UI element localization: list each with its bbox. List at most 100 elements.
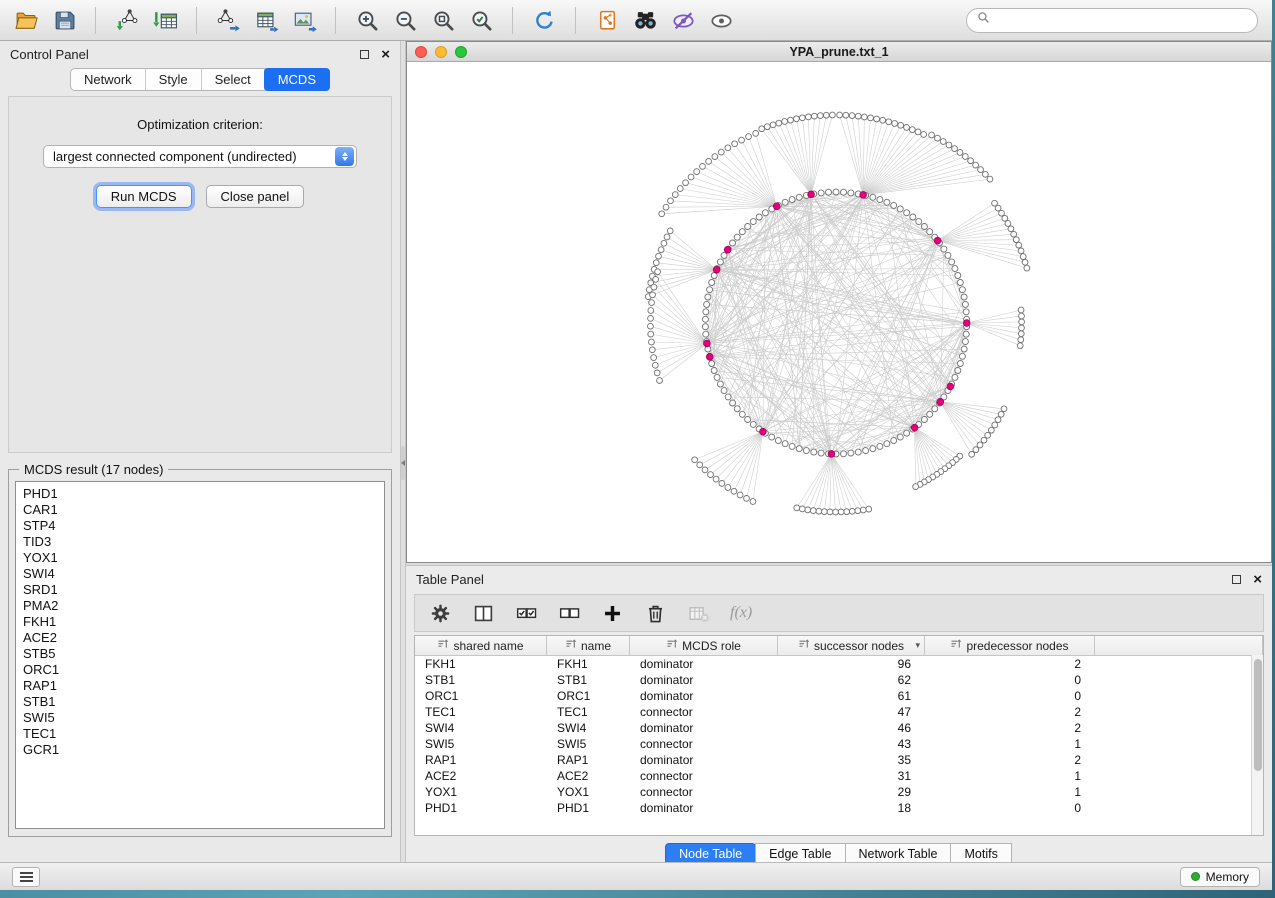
mcds-result-item[interactable]: PMA2 [23,598,377,614]
float-panel-icon[interactable] [360,50,369,59]
zoom-out-button[interactable] [389,5,421,35]
zoom-selected-button[interactable] [465,5,497,35]
close-panel-button[interactable]: Close panel [206,185,305,208]
close-table-panel-icon[interactable]: × [1253,572,1262,587]
mcds-result-item[interactable]: PHD1 [23,486,377,502]
export-network-button[interactable] [212,5,244,35]
status-bar: Memory [0,862,1272,890]
table-row[interactable]: PHD1PHD1dominator180 [415,800,1263,816]
close-panel-icon[interactable]: × [381,47,390,62]
column-header-predecessor-nodes[interactable]: predecessor nodes [925,636,1095,655]
toolbar-icon-group [10,5,737,35]
run-mcds-button[interactable]: Run MCDS [96,185,192,208]
table-cell-filler [1095,720,1263,736]
zoom-fit-button[interactable] [427,5,459,35]
open-session-icon [14,8,39,33]
hide-graphics-details-button[interactable] [667,5,699,35]
float-table-panel-icon[interactable] [1232,575,1241,584]
mcds-result-item[interactable]: FKH1 [23,614,377,630]
import-table-button[interactable] [149,5,181,35]
status-menu-button[interactable] [12,867,40,887]
deselect-all-button[interactable] [558,602,581,625]
table-cell: 43 [778,736,925,752]
table-cell: 2 [925,656,1095,672]
column-header-name[interactable]: name [547,636,630,655]
add-column-button[interactable] [601,602,624,625]
mcds-result-item[interactable]: ACE2 [23,630,377,646]
sort-icon [950,638,962,653]
table-row[interactable]: STB1STB1dominator620 [415,672,1263,688]
mcds-result-item[interactable]: GCR1 [23,742,377,758]
search-network-button[interactable] [629,5,661,35]
show-graphics-details-button[interactable] [705,5,737,35]
network-window-titlebar[interactable]: YPA_prune.txt_1 [407,42,1271,62]
table-row[interactable]: RAP1RAP1dominator352 [415,752,1263,768]
tab-mcds[interactable]: MCDS [264,68,330,91]
clone-network-button[interactable] [591,5,623,35]
network-window-title: YPA_prune.txt_1 [407,45,1271,59]
sort-icon [666,638,678,653]
delete-columns-button[interactable] [644,602,667,625]
refresh-view-button[interactable] [528,5,560,35]
table-cell: connector [630,784,778,800]
chevron-down-icon: ▾ [915,640,920,651]
table-row[interactable]: SWI5SWI5connector431 [415,736,1263,752]
tab-network[interactable]: Network [71,69,146,90]
criterion-dropdown[interactable]: largest connected component (undirected) [43,145,357,168]
table-cell: dominator [630,720,778,736]
show-columns-icon [472,602,495,625]
table-row[interactable]: SWI4SWI4dominator462 [415,720,1263,736]
mcds-result-item[interactable]: STB1 [23,694,377,710]
show-columns-button[interactable] [472,602,495,625]
table-scrollbar[interactable] [1251,655,1263,835]
table-cell: 61 [778,688,925,704]
mcds-result-item[interactable]: SRD1 [23,582,377,598]
tab-style[interactable]: Style [146,69,202,90]
export-image-button[interactable] [288,5,320,35]
mcds-result-item[interactable]: STB5 [23,646,377,662]
main-toolbar [0,0,1272,41]
scrollbar-thumb[interactable] [1254,659,1262,771]
mcds-result-item[interactable]: ORC1 [23,662,377,678]
table-row[interactable]: ACE2ACE2connector311 [415,768,1263,784]
column-header-MCDS-role[interactable]: MCDS role [630,636,778,655]
select-all-button[interactable] [515,602,538,625]
zoom-in-button[interactable] [351,5,383,35]
tab-select[interactable]: Select [202,69,265,90]
search-box[interactable] [966,8,1258,33]
table-cell: FKH1 [547,656,630,672]
mcds-result-item[interactable]: YOX1 [23,550,377,566]
table-cell: 47 [778,704,925,720]
mcds-result-item[interactable]: SWI4 [23,566,377,582]
zoom-in-icon [355,8,380,33]
mcds-result-item[interactable]: SWI5 [23,710,377,726]
mcds-result-item[interactable]: CAR1 [23,502,377,518]
table-row[interactable]: YOX1YOX1connector291 [415,784,1263,800]
table-cell-filler [1095,688,1263,704]
search-input[interactable] [996,13,1247,27]
export-table-button[interactable] [250,5,282,35]
open-session-button[interactable] [10,5,42,35]
network-canvas[interactable] [407,62,1271,562]
memory-button[interactable]: Memory [1180,867,1260,887]
mcds-result-item[interactable]: STP4 [23,518,377,534]
table-settings-button[interactable] [429,602,452,625]
refresh-view-icon [532,8,557,33]
splitter-collapse-icon[interactable] [401,446,405,480]
save-session-button[interactable] [48,5,80,35]
mcds-result-list[interactable]: PHD1CAR1STP4TID3YOX1SWI4SRD1PMA2FKH1ACE2… [15,481,385,829]
table-row[interactable]: FKH1FKH1dominator962 [415,656,1263,672]
clear-all-button [687,602,710,625]
column-header-successor-nodes[interactable]: successor nodes▾ [778,636,925,655]
toolbar-separator [335,7,336,34]
column-header-shared-name[interactable]: shared name [415,636,547,655]
cytoscape-window: Control Panel × Network Style Select MCD… [0,0,1272,890]
mcds-result-group: MCDS result (17 nodes) PHD1CAR1STP4TID3Y… [8,469,392,837]
import-network-button[interactable] [111,5,143,35]
mcds-result-item[interactable]: TID3 [23,534,377,550]
mcds-result-item[interactable]: RAP1 [23,678,377,694]
table-row[interactable]: TEC1TEC1connector472 [415,704,1263,720]
table-cell: FKH1 [415,656,547,672]
table-row[interactable]: ORC1ORC1dominator610 [415,688,1263,704]
mcds-result-item[interactable]: TEC1 [23,726,377,742]
